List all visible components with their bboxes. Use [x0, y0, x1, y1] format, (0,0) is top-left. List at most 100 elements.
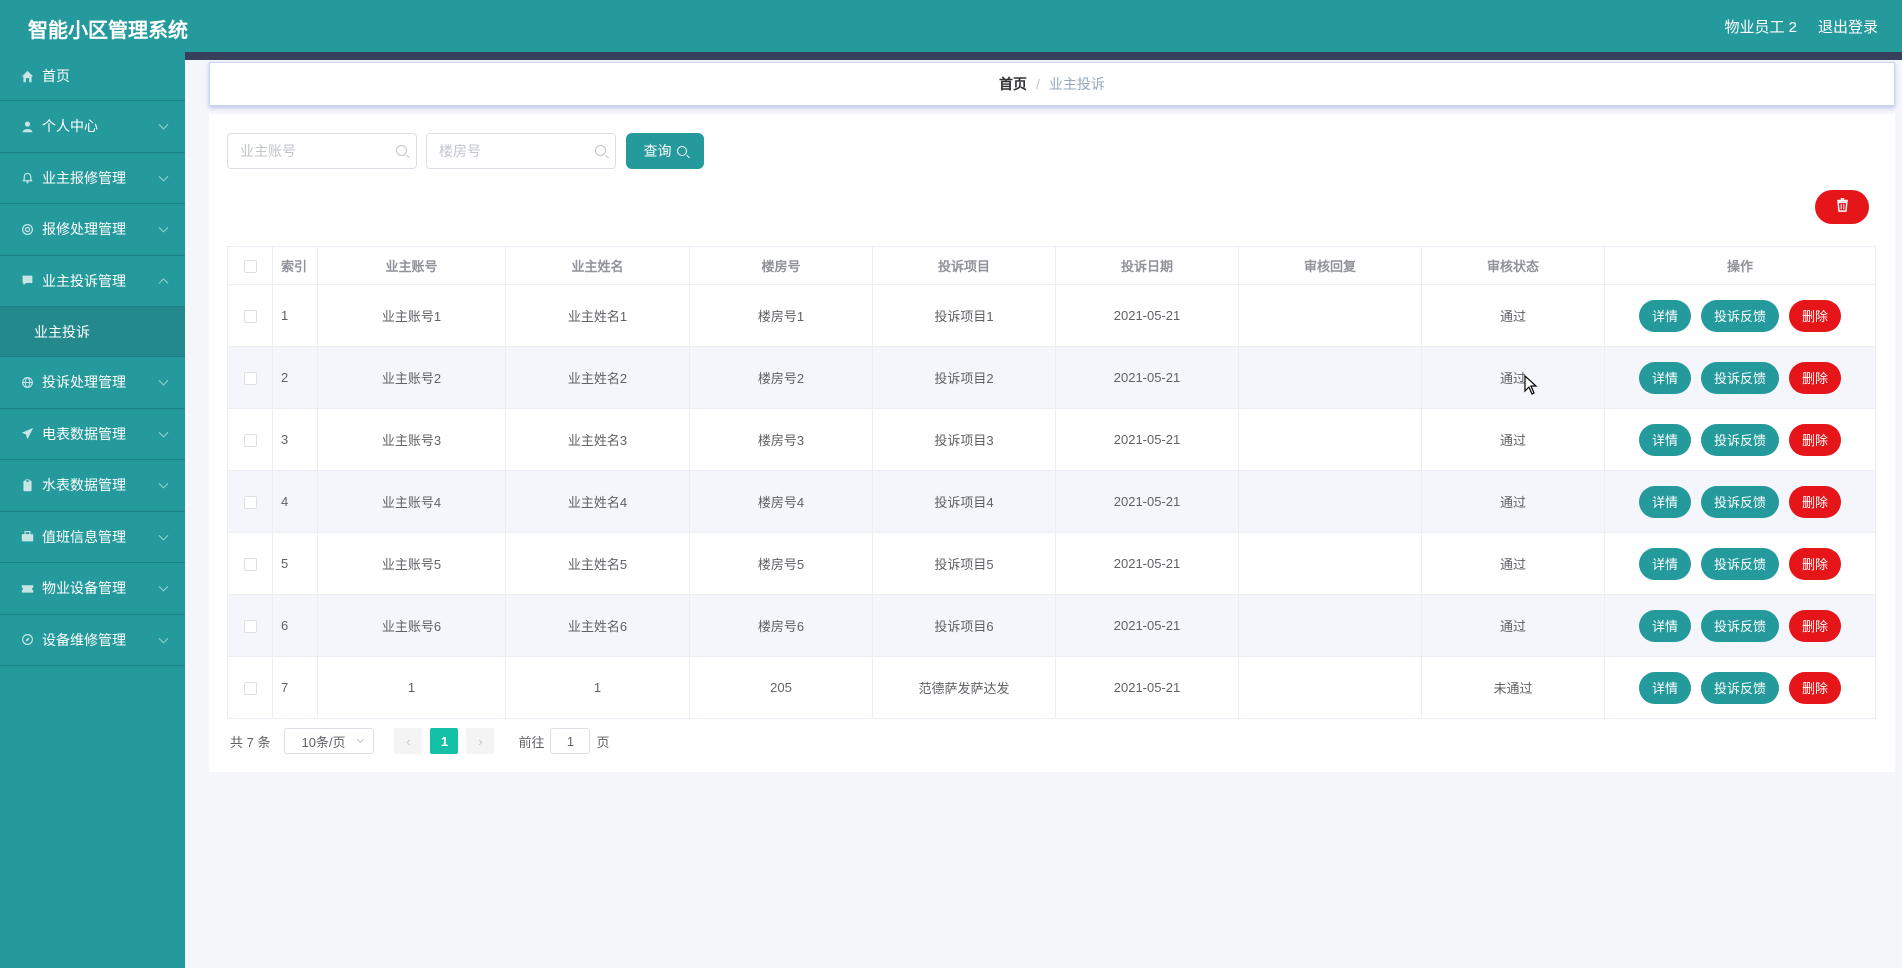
cell-index: 1 [272, 284, 318, 347]
detail-button[interactable]: 详情 [1639, 547, 1691, 580]
query-button[interactable]: 查询 [626, 133, 704, 169]
owner-account-input[interactable] [240, 134, 390, 168]
page-size-select[interactable]: 10条/页 [284, 728, 375, 754]
select-all-checkbox[interactable] [243, 260, 257, 274]
complaints-table: 索引 业主账号 业主姓名 楼房号 投诉项目 投诉日期 审核回复 审核状态 操作 … [227, 246, 1876, 719]
column-header: 审核回复 [1238, 246, 1422, 285]
cell-name: 业主姓名4 [505, 470, 690, 533]
column-header: 投诉日期 [1055, 246, 1239, 285]
goto-page-input[interactable]: 1 [550, 728, 591, 754]
detail-button[interactable]: 详情 [1639, 361, 1691, 394]
row-select-cell [227, 656, 273, 719]
row-checkbox[interactable] [243, 434, 257, 448]
sidebar-item-equipment-repair[interactable]: 设备维修管理 [0, 615, 185, 666]
cell-status: 通过 [1421, 346, 1605, 409]
detail-button[interactable]: 详情 [1639, 299, 1691, 332]
cell-reply [1238, 346, 1422, 409]
row-checkbox[interactable] [243, 310, 257, 324]
batch-delete-button[interactable] [1815, 190, 1869, 224]
chevron-down-icon [158, 171, 169, 182]
cell-reply [1238, 532, 1422, 595]
sidebar: 首页 个人中心 业主报修管理 报修处理管理 业主投诉管理 业主投诉 投诉处理管理… [0, 52, 185, 968]
table-row: 5 业主账号5 业主姓名5 楼房号5 投诉项目5 2021-05-21 通过 详… [227, 532, 1876, 595]
prev-page-button[interactable]: ‹ [394, 728, 423, 754]
row-checkbox[interactable] [243, 372, 257, 386]
cell-item: 投诉项目3 [872, 408, 1056, 471]
breadcrumb: 首页 / 业主投诉 [209, 62, 1895, 106]
feedback-button[interactable]: 投诉反馈 [1701, 609, 1779, 642]
table-row: 3 业主账号3 业主姓名3 楼房号3 投诉项目3 2021-05-21 通过 详… [227, 408, 1876, 471]
search-icon [595, 145, 606, 156]
cell-item: 范德萨发萨达发 [872, 656, 1056, 719]
sidebar-item-profile[interactable]: 个人中心 [0, 101, 185, 153]
delete-button[interactable]: 删除 [1789, 671, 1841, 704]
detail-button[interactable]: 详情 [1639, 485, 1691, 518]
sidebar-subitem-complaints[interactable]: 业主投诉 [0, 307, 185, 357]
column-header: 楼房号 [689, 246, 873, 285]
feedback-button[interactable]: 投诉反馈 [1701, 299, 1779, 332]
next-page-button[interactable]: › [466, 728, 495, 754]
row-checkbox[interactable] [243, 682, 257, 696]
cell-date: 2021-05-21 [1055, 408, 1239, 471]
feedback-button[interactable]: 投诉反馈 [1701, 423, 1779, 456]
cell-item: 投诉项目4 [872, 470, 1056, 533]
cell-account: 业主账号3 [317, 408, 506, 471]
cell-actions: 详情 投诉反馈 删除 [1604, 594, 1876, 657]
sidebar-subitem-label: 业主投诉 [34, 323, 90, 340]
delete-button[interactable]: 删除 [1789, 547, 1841, 580]
detail-button[interactable]: 详情 [1639, 423, 1691, 456]
feedback-button[interactable]: 投诉反馈 [1701, 361, 1779, 394]
sidebar-item-complaint-mgmt[interactable]: 业主投诉管理 [0, 256, 185, 307]
cell-actions: 详情 投诉反馈 删除 [1604, 470, 1876, 533]
user-icon [20, 119, 34, 133]
delete-button[interactable]: 删除 [1789, 361, 1841, 394]
cell-actions: 详情 投诉反馈 删除 [1604, 656, 1876, 719]
sidebar-item-electric-meter[interactable]: 电表数据管理 [0, 409, 185, 460]
sidebar-item-water-meter[interactable]: 水表数据管理 [0, 460, 185, 512]
cell-index: 7 [272, 656, 318, 719]
table-row: 6 业主账号6 业主姓名6 楼房号6 投诉项目6 2021-05-21 通过 详… [227, 594, 1876, 657]
row-checkbox[interactable] [243, 496, 257, 510]
row-checkbox[interactable] [243, 558, 257, 572]
sidebar-item-equipment[interactable]: 物业设备管理 [0, 563, 185, 615]
room-number-input[interactable] [439, 134, 589, 168]
lifebuoy-icon [20, 222, 34, 236]
delete-button[interactable]: 删除 [1789, 485, 1841, 518]
delete-button[interactable]: 删除 [1789, 299, 1841, 332]
trash-icon [1836, 197, 1849, 217]
room-number-search[interactable] [426, 133, 616, 169]
sidebar-item-repair-requests[interactable]: 业主报修管理 [0, 153, 185, 204]
cell-item: 投诉项目1 [872, 284, 1056, 347]
cell-actions: 详情 投诉反馈 删除 [1604, 532, 1876, 595]
page-number-current[interactable]: 1 [430, 728, 459, 754]
cell-date: 2021-05-21 [1055, 532, 1239, 595]
breadcrumb-current: 业主投诉 [1048, 76, 1105, 92]
row-select-cell [227, 346, 273, 409]
owner-account-search[interactable] [227, 133, 417, 169]
delete-button[interactable]: 删除 [1789, 609, 1841, 642]
sidebar-item-home[interactable]: 首页 [0, 52, 185, 101]
table-row: 1 业主账号1 业主姓名1 楼房号1 投诉项目1 2021-05-21 通过 详… [227, 284, 1876, 347]
logout-link[interactable]: 退出登录 [1818, 16, 1878, 37]
cell-index: 6 [272, 594, 318, 657]
feedback-button[interactable]: 投诉反馈 [1701, 485, 1779, 518]
sidebar-item-duty-info[interactable]: 值班信息管理 [0, 512, 185, 563]
delete-button[interactable]: 删除 [1789, 423, 1841, 456]
chevron-down-icon [158, 633, 169, 644]
page-suffix: 页 [596, 734, 610, 750]
cell-date: 2021-05-21 [1055, 346, 1239, 409]
breadcrumb-home[interactable]: 首页 [999, 74, 1027, 94]
table-row: 2 业主账号2 业主姓名2 楼房号2 投诉项目2 2021-05-21 通过 详… [227, 346, 1876, 409]
feedback-button[interactable]: 投诉反馈 [1701, 671, 1779, 704]
chevron-down-icon [158, 222, 169, 233]
detail-button[interactable]: 详情 [1639, 609, 1691, 642]
bell-icon [20, 171, 34, 185]
feedback-button[interactable]: 投诉反馈 [1701, 547, 1779, 580]
row-select-cell [227, 594, 273, 657]
sidebar-item-repair-handling[interactable]: 报修处理管理 [0, 204, 185, 256]
cell-room: 205 [689, 656, 873, 719]
row-checkbox[interactable] [243, 620, 257, 634]
sidebar-item-complaint-handling[interactable]: 投诉处理管理 [0, 357, 185, 409]
detail-button[interactable]: 详情 [1639, 671, 1691, 704]
row-select-cell [227, 284, 273, 347]
